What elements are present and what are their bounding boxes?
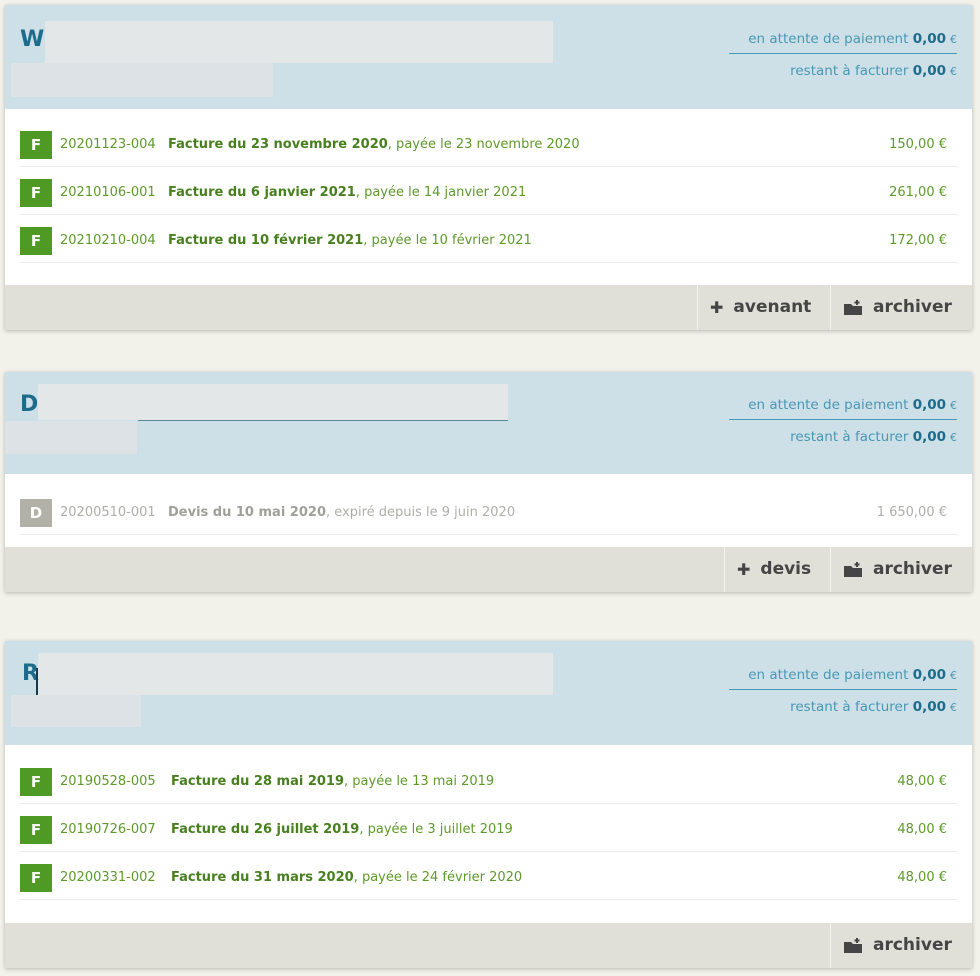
plus-icon: ✚ — [710, 298, 724, 317]
card-actions: ✚ avenant archiver — [5, 285, 972, 330]
client-header: R en attente de paiement 0,00 € restant à… — [5, 641, 972, 745]
invoice-badge: F — [20, 227, 52, 255]
to-invoice-amount: 0,00 — [912, 429, 946, 445]
pending-label: en attente de paiement — [748, 397, 909, 413]
client-totals: en attente de paiement 0,00 € restant à f… — [729, 397, 957, 445]
archive-button[interactable]: archiver — [830, 923, 972, 968]
add-amendment-button[interactable]: ✚ avenant — [697, 285, 830, 330]
document-description[interactable]: Facture du 10 février 2021, payée le 10 … — [168, 233, 532, 248]
document-number[interactable]: 20210106-001 — [60, 185, 156, 200]
document-amount: 172,00 € — [889, 233, 947, 248]
pending-amount: 0,00 — [912, 667, 946, 683]
plus-icon: ✚ — [737, 560, 751, 579]
client-totals: en attente de paiement 0,00 € restant à f… — [729, 31, 957, 79]
client-header: D en attente de paiement 0,00 € restant à… — [5, 372, 972, 474]
document-amount: 150,00 € — [889, 137, 947, 152]
add-quote-button[interactable]: ✚ devis — [724, 547, 830, 592]
to-invoice-label: restant à facturer — [790, 699, 909, 715]
text-cursor — [36, 668, 38, 695]
document-row[interactable]: F 20190726-007 Facture du 26 juillet 201… — [20, 804, 958, 852]
document-amount: 261,00 € — [889, 185, 947, 200]
document-row[interactable]: F 20190528-005 Facture du 28 mai 2019, p… — [20, 756, 958, 804]
document-description[interactable]: Devis du 10 mai 2020, expiré depuis le 9… — [168, 505, 515, 520]
client-initial: W — [20, 27, 45, 52]
document-description[interactable]: Facture du 6 janvier 2021, payée le 14 j… — [168, 185, 526, 200]
redacted-client-name — [45, 21, 553, 63]
client-initial: D — [20, 392, 39, 417]
document-row[interactable]: F 20201123-004 Facture du 23 novembre 20… — [20, 119, 958, 167]
redacted-client-name — [38, 384, 508, 420]
document-amount: 48,00 € — [897, 822, 947, 837]
pending-amount: 0,00 — [912, 397, 946, 413]
redacted-client-subtitle — [11, 695, 141, 727]
archive-folder-icon — [844, 937, 862, 953]
document-amount: 48,00 € — [897, 870, 947, 885]
document-row[interactable]: F 20200331-002 Facture du 31 mars 2020, … — [20, 852, 958, 900]
to-invoice-label: restant à facturer — [790, 429, 909, 445]
pending-label: en attente de paiement — [748, 667, 909, 683]
pending-label: en attente de paiement — [748, 31, 909, 47]
invoice-badge: F — [20, 864, 52, 892]
invoice-badge: F — [20, 768, 52, 796]
to-invoice-label: restant à facturer — [790, 63, 909, 79]
to-invoice-amount: 0,00 — [912, 63, 946, 79]
document-description[interactable]: Facture du 31 mars 2020, payée le 24 fév… — [171, 870, 522, 885]
document-row[interactable]: D 20200510-001 Devis du 10 mai 2020, exp… — [20, 487, 958, 535]
invoice-badge: F — [20, 179, 52, 207]
archive-folder-icon — [844, 299, 862, 315]
client-card: D en attente de paiement 0,00 € restant à… — [5, 372, 972, 592]
document-row[interactable]: F 20210210-004 Facture du 10 février 202… — [20, 215, 958, 263]
document-list: D 20200510-001 Devis du 10 mai 2020, exp… — [5, 474, 972, 545]
redacted-client-subtitle — [11, 63, 273, 97]
document-description[interactable]: Facture du 26 juillet 2019, payée le 3 j… — [171, 822, 513, 837]
document-number[interactable]: 20200510-001 — [60, 505, 156, 520]
document-description[interactable]: Facture du 23 novembre 2020, payée le 23… — [168, 137, 580, 152]
document-description[interactable]: Facture du 28 mai 2019, payée le 13 mai … — [171, 774, 494, 789]
document-row[interactable]: F 20210106-001 Facture du 6 janvier 2021… — [20, 167, 958, 215]
client-header: W en attente de paiement 0,00 € restant à… — [5, 5, 972, 109]
card-actions: ✚ devis archiver — [5, 547, 972, 592]
invoice-badge: F — [20, 131, 52, 159]
card-actions: archiver — [5, 923, 972, 968]
document-number[interactable]: 20190726-007 — [60, 822, 156, 837]
document-number[interactable]: 20201123-004 — [60, 137, 156, 152]
redacted-client-name — [38, 653, 553, 695]
document-number[interactable]: 20210210-004 — [60, 233, 156, 248]
archive-button[interactable]: archiver — [830, 285, 972, 330]
quote-badge: D — [20, 499, 52, 527]
to-invoice-amount: 0,00 — [912, 699, 946, 715]
document-number[interactable]: 20190528-005 — [60, 774, 156, 789]
document-amount: 1 650,00 € — [876, 505, 947, 520]
archive-folder-icon — [844, 561, 862, 577]
invoice-badge: F — [20, 816, 52, 844]
document-list: F 20190528-005 Facture du 28 mai 2019, p… — [5, 745, 972, 910]
client-card: R en attente de paiement 0,00 € restant à… — [5, 641, 972, 968]
pending-amount: 0,00 — [912, 31, 946, 47]
redacted-client-subtitle — [5, 421, 137, 454]
client-totals: en attente de paiement 0,00 € restant à f… — [729, 667, 957, 715]
archive-button[interactable]: archiver — [830, 547, 972, 592]
client-card: W en attente de paiement 0,00 € restant à… — [5, 5, 972, 330]
document-number[interactable]: 20200331-002 — [60, 870, 156, 885]
document-list: F 20201123-004 Facture du 23 novembre 20… — [5, 109, 972, 273]
document-amount: 48,00 € — [897, 774, 947, 789]
